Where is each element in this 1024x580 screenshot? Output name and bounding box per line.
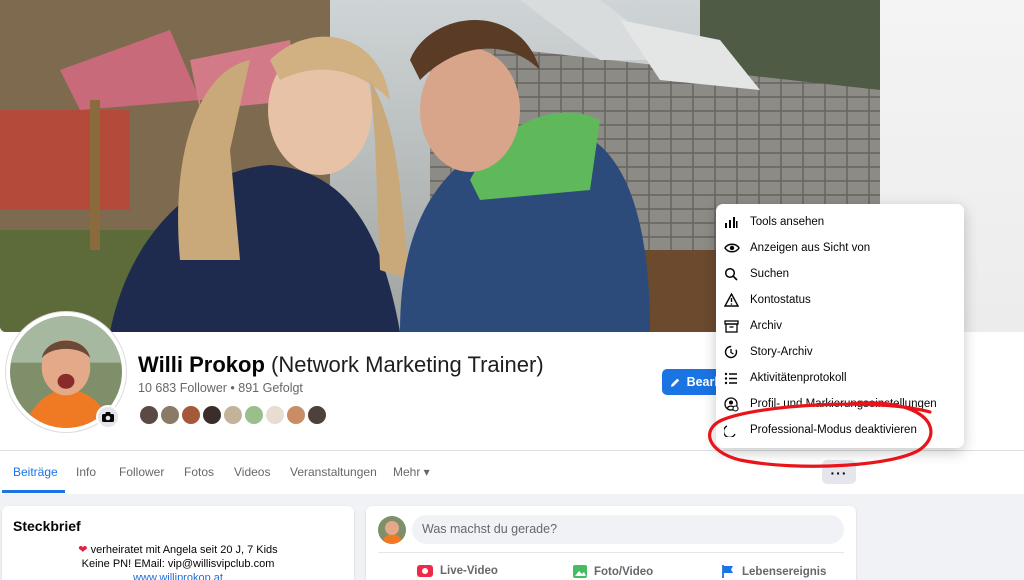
menu-item-label: Story-Archiv <box>750 346 813 358</box>
friend-avatar[interactable] <box>159 404 181 426</box>
post-composer: Was machst du gerade? Live-Video Foto/Vi… <box>366 506 856 580</box>
profile-settings-icon <box>724 396 744 412</box>
live-video-button[interactable]: Live-Video <box>416 564 498 578</box>
friend-avatar[interactable] <box>264 404 286 426</box>
tab-events[interactable]: Veranstaltungen <box>290 465 377 479</box>
intro-line-contact: Keine PN! EMail: vip@willisvipclub.com <box>81 558 275 570</box>
warning-icon <box>724 292 744 308</box>
active-tab-indicator <box>2 490 65 493</box>
menu-item-archive[interactable]: Archiv <box>724 316 782 336</box>
friend-avatars[interactable] <box>138 404 328 426</box>
menu-item-label: Kontostatus <box>750 294 811 306</box>
menu-item-story-archive[interactable]: Story-Archiv <box>724 342 813 362</box>
profile-job-title: (Network Marketing Trainer) <box>271 352 544 377</box>
profile-name: Willi Prokop (Network Marketing Trainer) <box>138 352 544 378</box>
intro-card: Steckbrief ❤ verheiratet mit Angela seit… <box>2 506 354 580</box>
change-profile-photo-button[interactable] <box>96 405 120 429</box>
profile-name-text: Willi Prokop <box>138 352 265 377</box>
friend-avatar[interactable] <box>243 404 265 426</box>
photo-video-label: Foto/Video <box>594 565 654 578</box>
follower-stats[interactable]: 10 683 Follower • 891 Gefolgt <box>138 381 303 395</box>
menu-item-disable-professional-mode[interactable]: Professional-Modus deaktivieren <box>724 420 917 440</box>
flag-icon <box>722 565 733 578</box>
intro-website-link[interactable]: www.williprokop.at <box>2 572 354 580</box>
tab-followers[interactable]: Follower <box>119 465 164 479</box>
composer-avatar[interactable] <box>378 516 406 544</box>
intro-line-relationship: ❤ verheiratet mit Angela seit 20 J, 7 Ki… <box>2 543 354 556</box>
tab-posts[interactable]: Beiträge <box>13 465 58 479</box>
menu-item-label: Professional-Modus deaktivieren <box>750 424 917 436</box>
composer-avatar-image <box>378 516 406 544</box>
edit-profile-button[interactable]: Bearb <box>662 369 722 395</box>
pencil-icon <box>670 378 680 387</box>
friend-avatar[interactable] <box>285 404 307 426</box>
toggle-off-icon <box>724 422 744 438</box>
friend-avatar[interactable] <box>180 404 202 426</box>
menu-item-label: Aktivitätenprotokoll <box>750 372 847 384</box>
history-icon <box>724 344 744 360</box>
composer-input[interactable]: Was machst du gerade? <box>412 515 844 544</box>
eye-icon <box>724 240 744 256</box>
friend-avatar[interactable] <box>222 404 244 426</box>
tab-info[interactable]: Info <box>76 465 96 479</box>
tab-videos[interactable]: Videos <box>234 465 270 479</box>
menu-item-label: Anzeigen aus Sicht von <box>750 242 871 254</box>
friend-avatar[interactable] <box>138 404 160 426</box>
live-video-icon <box>417 565 433 577</box>
photo-icon <box>573 565 587 578</box>
menu-item-activity-log[interactable]: Aktivitätenprotokoll <box>724 368 847 388</box>
menu-item-profile-tag-settings[interactable]: Profil- und Markierungseinstellungen <box>724 394 937 414</box>
profile-tabs: Beiträge Info Follower Fotos Videos Vera… <box>0 450 1024 494</box>
intro-relationship-text: verheiratet mit Angela seit 20 J, 7 Kids <box>90 544 278 556</box>
life-event-label: Lebensereignis <box>742 565 827 578</box>
menu-item-label: Tools ansehen <box>750 216 825 228</box>
more-options-button[interactable]: ··· <box>822 460 856 484</box>
menu-item-view-as[interactable]: Anzeigen aus Sicht von <box>724 238 870 258</box>
menu-item-label: Archiv <box>750 320 782 332</box>
menu-item-label: Suchen <box>750 268 790 280</box>
photo-video-button[interactable]: Foto/Video <box>572 564 653 579</box>
friend-avatar[interactable] <box>201 404 223 426</box>
camera-icon <box>102 412 114 422</box>
menu-item-search[interactable]: Suchen <box>724 264 789 284</box>
search-icon <box>724 266 744 282</box>
life-event-button[interactable]: Lebensereignis <box>720 564 826 579</box>
tab-photos[interactable]: Fotos <box>184 465 214 479</box>
profile-options-menu: Tools ansehen Anzeigen aus Sicht von Suc… <box>716 204 964 448</box>
tab-more[interactable]: Mehr ▾ <box>393 465 430 479</box>
menu-item-account-status[interactable]: Kontostatus <box>724 290 811 310</box>
composer-divider <box>378 552 844 553</box>
archive-icon <box>724 318 744 334</box>
live-video-label: Live-Video <box>440 565 498 577</box>
friend-avatar[interactable] <box>306 404 328 426</box>
list-icon <box>724 370 744 386</box>
menu-item-label: Profil- und Markierungseinstellungen <box>750 398 937 410</box>
intro-title: Steckbrief <box>13 518 81 534</box>
bar-chart-icon <box>724 214 744 230</box>
menu-item-view-tools[interactable]: Tools ansehen <box>724 212 824 232</box>
heart-icon: ❤ <box>78 544 88 556</box>
